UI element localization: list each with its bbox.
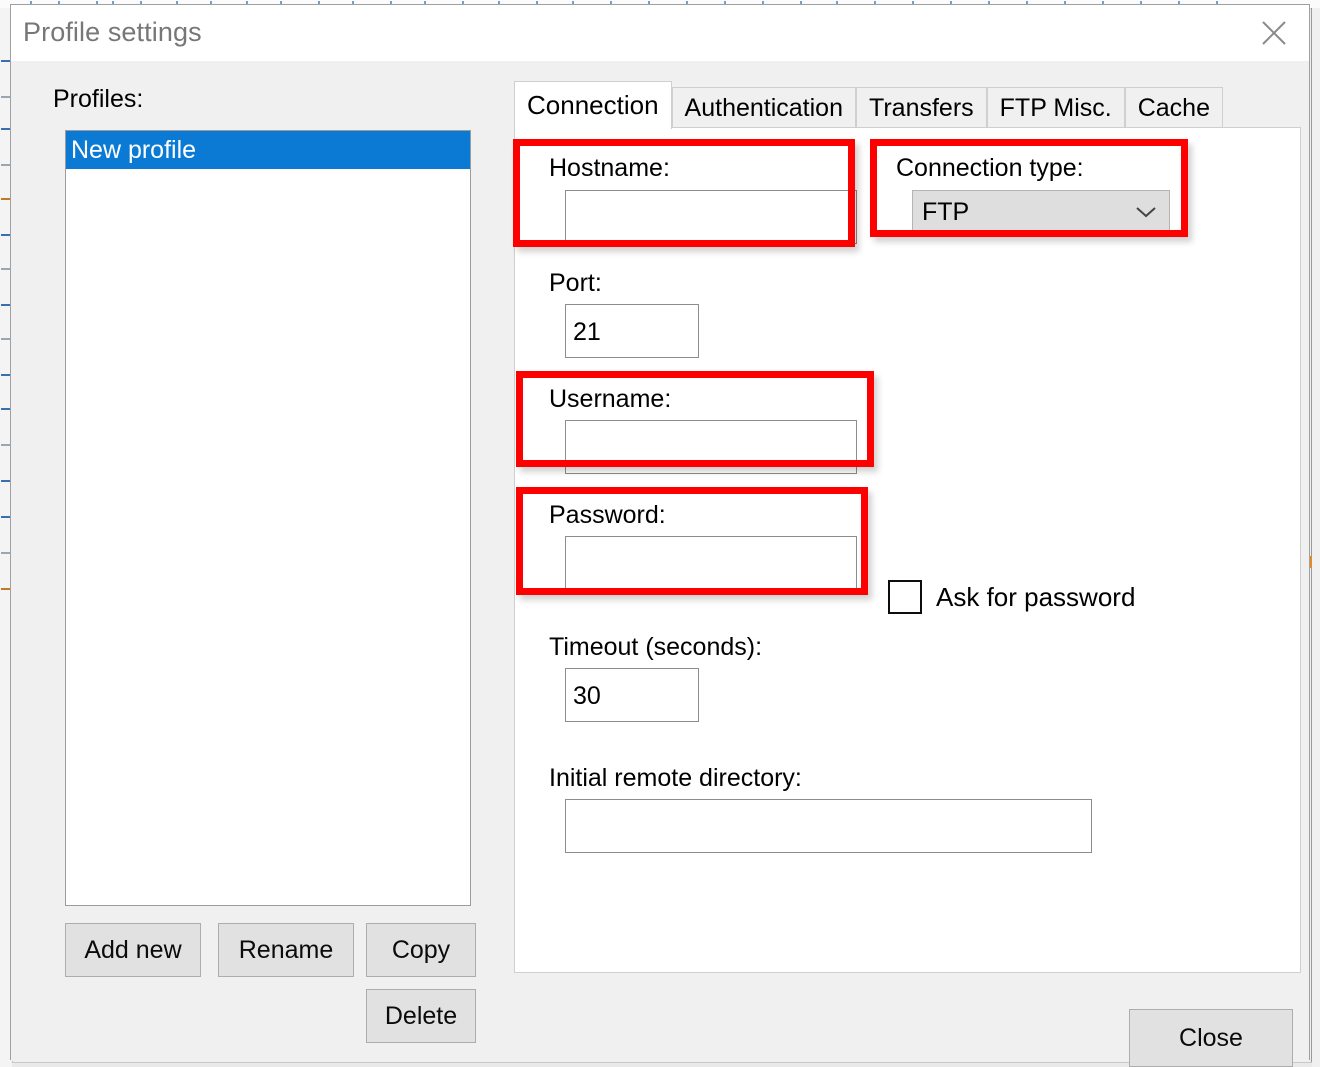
port-label: Port: <box>549 269 602 297</box>
title-bar: Profile settings <box>11 5 1309 61</box>
timeout-input[interactable] <box>565 668 699 722</box>
dialog-client-area: Profiles: New profile Add new Rename Cop… <box>11 61 1309 1067</box>
tab-cache[interactable]: Cache <box>1124 87 1223 129</box>
tab-transfers[interactable]: Transfers <box>856 87 987 129</box>
connection-tab-panel: Hostname: Connection type: FTP Port: Use… <box>514 127 1301 973</box>
profiles-listbox[interactable]: New profile <box>65 130 471 906</box>
username-input[interactable] <box>565 420 857 474</box>
background-window-bottom-edge <box>12 1062 1312 1067</box>
connection-type-value: FTP <box>922 197 970 226</box>
initial-remote-directory-input[interactable] <box>565 799 1092 853</box>
background-window-right-edge <box>1311 8 1320 1067</box>
hostname-label: Hostname: <box>549 154 670 182</box>
hostname-input[interactable] <box>565 190 857 244</box>
password-label: Password: <box>549 501 666 529</box>
tab-connection[interactable]: Connection <box>514 81 672 129</box>
close-x-icon[interactable] <box>1239 5 1309 61</box>
port-input[interactable] <box>565 304 699 358</box>
initial-remote-directory-label: Initial remote directory: <box>549 764 802 792</box>
profiles-label: Profiles: <box>53 85 144 113</box>
settings-tabstrip: Connection Authentication Transfers FTP … <box>514 81 1223 129</box>
ask-for-password-checkbox[interactable] <box>888 580 922 614</box>
rename-button[interactable]: Rename <box>218 923 354 977</box>
delete-button[interactable]: Delete <box>366 989 476 1043</box>
list-item[interactable]: New profile <box>66 131 470 169</box>
close-button[interactable]: Close <box>1129 1009 1293 1067</box>
chevron-down-icon <box>1123 205 1169 219</box>
tab-ftp-misc[interactable]: FTP Misc. <box>986 87 1125 129</box>
password-input[interactable] <box>565 536 857 590</box>
screen: Profile settings Profiles: New profile A… <box>0 0 1320 1067</box>
ask-for-password-label: Ask for password <box>936 581 1136 612</box>
timeout-label: Timeout (seconds): <box>549 633 763 661</box>
window-title: Profile settings <box>23 17 202 47</box>
copy-button[interactable]: Copy <box>366 923 476 977</box>
tab-authentication[interactable]: Authentication <box>671 87 856 129</box>
add-new-button[interactable]: Add new <box>65 923 201 977</box>
username-label: Username: <box>549 385 672 413</box>
connection-type-label: Connection type: <box>896 154 1084 182</box>
ask-for-password-checkbox-row[interactable]: Ask for password <box>888 580 1135 614</box>
profile-settings-dialog: Profile settings Profiles: New profile A… <box>10 4 1310 1067</box>
connection-type-select[interactable]: FTP <box>912 190 1170 234</box>
